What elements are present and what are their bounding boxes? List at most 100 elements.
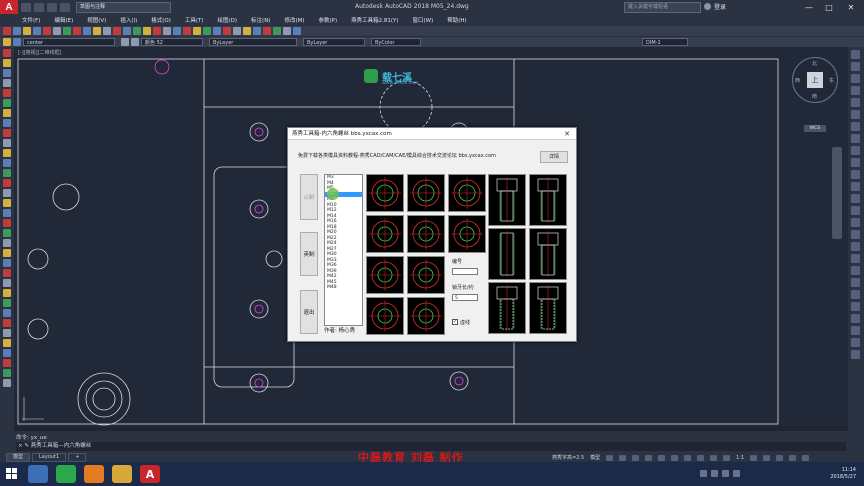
- tool-icon[interactable]: [3, 369, 11, 377]
- view-thumb-top-9[interactable]: [366, 297, 404, 335]
- viewcube-top-face[interactable]: 上: [807, 72, 823, 88]
- imperial-button[interactable]: 英制: [300, 232, 318, 276]
- tool-icon[interactable]: [23, 27, 31, 35]
- tool-icon[interactable]: [3, 199, 11, 207]
- tool-icon[interactable]: [3, 129, 11, 137]
- transparency-icon[interactable]: [684, 454, 692, 461]
- rectangle-tool-icon[interactable]: [3, 89, 11, 97]
- volume-icon[interactable]: [711, 470, 718, 477]
- dialog-close-button[interactable]: ✕: [562, 129, 572, 139]
- tool-icon[interactable]: [851, 230, 860, 239]
- view-thumb-side-4[interactable]: [529, 228, 567, 280]
- tool-icon[interactable]: [3, 259, 11, 267]
- tool-icon[interactable]: [73, 27, 81, 35]
- workspace-select[interactable]: 草图与注释: [76, 1, 171, 13]
- menu-file[interactable]: 文件(F): [22, 16, 40, 24]
- menu-edit[interactable]: 编辑(E): [54, 16, 73, 24]
- layer-state-icon[interactable]: [13, 38, 21, 46]
- tab-layout1[interactable]: Layout1: [32, 453, 67, 462]
- autocad-logo-icon[interactable]: A: [0, 0, 18, 14]
- linetype-select[interactable]: ByLayer: [209, 38, 297, 46]
- tool-icon[interactable]: [3, 169, 11, 177]
- tool-icon[interactable]: [851, 158, 860, 167]
- tool-icon[interactable]: [13, 27, 21, 35]
- tool-icon[interactable]: [203, 27, 211, 35]
- view-thumb-side-5[interactable]: [488, 282, 526, 334]
- view-thumb-side-3[interactable]: [488, 228, 526, 280]
- tool-icon[interactable]: [851, 266, 860, 275]
- task-view-icon[interactable]: [28, 465, 48, 483]
- isolate-icon[interactable]: [763, 454, 771, 461]
- tool-icon[interactable]: [851, 50, 860, 59]
- menu-yanxiu[interactable]: 燕秀工具箱2.81(Y): [351, 16, 398, 24]
- tool-icon[interactable]: [3, 359, 11, 367]
- tool-icon[interactable]: [3, 229, 11, 237]
- tool-icon[interactable]: [851, 350, 860, 359]
- tool-icon[interactable]: [223, 27, 231, 35]
- tool-icon[interactable]: [3, 279, 11, 287]
- viewcube[interactable]: 上 北 南 东 西: [792, 57, 838, 103]
- wcs-menu[interactable]: WCS: [804, 125, 826, 132]
- workspace-gear-icon[interactable]: [750, 454, 758, 461]
- network-icon[interactable]: [700, 470, 707, 477]
- tool-icon[interactable]: [283, 27, 291, 35]
- view-thumb-top-1[interactable]: [366, 174, 404, 212]
- arc-tool-icon[interactable]: [3, 79, 11, 87]
- tool-icon[interactable]: [851, 110, 860, 119]
- tool-icon[interactable]: [103, 27, 111, 35]
- tool-icon[interactable]: [183, 27, 191, 35]
- viewcube-west[interactable]: 西: [795, 77, 800, 84]
- tool-icon[interactable]: [173, 27, 181, 35]
- size-item-m48[interactable]: M48: [325, 285, 362, 291]
- tool-icon[interactable]: [3, 189, 11, 197]
- layer-select[interactable]: center: [23, 38, 115, 46]
- notification-icon[interactable]: [733, 470, 740, 477]
- undo-icon[interactable]: [60, 2, 70, 12]
- viewcube-east[interactable]: 东: [829, 77, 834, 84]
- tool-icon[interactable]: [851, 338, 860, 347]
- tool-icon[interactable]: [3, 319, 11, 327]
- tool-icon[interactable]: [153, 27, 161, 35]
- app-icon[interactable]: [56, 465, 76, 483]
- tool-icon[interactable]: [851, 134, 860, 143]
- tool-icon[interactable]: [3, 219, 11, 227]
- tool-icon[interactable]: [253, 27, 261, 35]
- tool-icon[interactable]: [3, 289, 11, 297]
- tool-icon[interactable]: [3, 119, 11, 127]
- tool-icon[interactable]: [43, 27, 51, 35]
- menu-format[interactable]: 格式(O): [151, 16, 171, 24]
- tool-icon[interactable]: [93, 27, 101, 35]
- menu-insert[interactable]: 插入(I): [120, 16, 137, 24]
- tool-icon[interactable]: [851, 206, 860, 215]
- view-thumb-top-10[interactable]: [407, 297, 445, 335]
- autoscale-icon[interactable]: [723, 454, 731, 461]
- autocad-taskbar-icon[interactable]: A: [140, 465, 160, 483]
- tool-icon[interactable]: [3, 379, 11, 387]
- model-space-toggle[interactable]: 模型: [590, 454, 600, 461]
- menu-modify[interactable]: 修改(M): [284, 16, 304, 24]
- tool-icon[interactable]: [851, 314, 860, 323]
- tool-icon[interactable]: [113, 27, 121, 35]
- search-input[interactable]: 键入关键字或短语: [624, 2, 701, 13]
- navigation-bar[interactable]: [832, 147, 842, 239]
- snap-icon[interactable]: [619, 454, 627, 461]
- tool-icon[interactable]: [3, 149, 11, 157]
- layer-icon[interactable]: [3, 38, 11, 46]
- tool-icon[interactable]: [3, 99, 11, 107]
- tool-icon[interactable]: [851, 242, 860, 251]
- color-select[interactable]: 颜色 52: [141, 38, 203, 46]
- input-method-icon[interactable]: [722, 470, 729, 477]
- tool-icon[interactable]: [3, 209, 11, 217]
- view-thumb-side-2[interactable]: [529, 174, 567, 226]
- tool-icon[interactable]: [851, 74, 860, 83]
- view-thumb-top-8[interactable]: [407, 256, 445, 294]
- grid-icon[interactable]: [606, 454, 614, 461]
- polyline-tool-icon[interactable]: [3, 59, 11, 67]
- tool-icon[interactable]: [851, 122, 860, 131]
- view-thumb-top-6[interactable]: [448, 215, 486, 253]
- new-file-icon[interactable]: [21, 2, 31, 12]
- dimstyle-select[interactable]: DIM-1: [642, 38, 688, 46]
- tool-icon[interactable]: [143, 27, 151, 35]
- tool-icon[interactable]: [3, 139, 11, 147]
- plotstyle-select[interactable]: ByColor: [371, 38, 421, 46]
